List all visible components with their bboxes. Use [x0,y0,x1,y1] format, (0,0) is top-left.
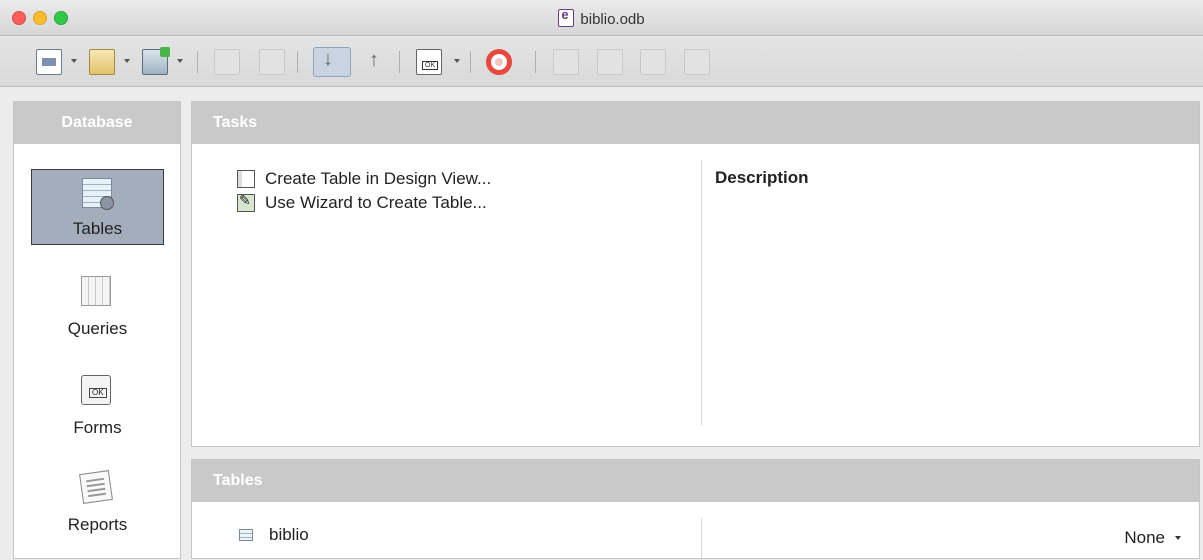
rename-icon[interactable] [684,49,710,75]
new-document-dropdown[interactable] [71,59,77,63]
preview-select[interactable]: None [1124,528,1181,548]
save-icon[interactable] [142,47,170,75]
table-icon [239,529,253,541]
paste-icon[interactable] [259,49,285,75]
title-bar: biblio.odb [0,0,1203,36]
tables-divider [701,518,702,560]
form-icon[interactable] [416,49,442,75]
toolbar-separator [297,51,298,73]
toolbar-separator [535,51,536,73]
task-label: Create Table in Design View... [265,169,492,188]
edit-icon[interactable] [597,49,623,75]
table-name: biblio [269,525,309,544]
new-document-icon[interactable] [36,49,62,75]
preview-value: None [1124,528,1165,547]
tables-panel: Tables biblio None [191,459,1200,560]
database-panel: Database Tables Queries Forms Reports [13,101,181,559]
database-item-reports[interactable]: Reports [31,464,164,540]
toolbar-separator [197,51,198,73]
forms-icon [81,375,111,405]
toolbar-separator [470,51,471,73]
lifebuoy-icon[interactable] [486,49,512,75]
database-item-label: Reports [67,515,128,534]
base-document-icon [558,7,575,27]
window-title: biblio.odb [580,11,645,28]
task-use-wizard[interactable]: Use Wizard to Create Table... [237,191,491,215]
database-item-queries[interactable]: Queries [31,268,164,344]
toolbar-separator [399,51,400,73]
folder-open-icon[interactable] [89,49,115,75]
description-title: Description [715,168,809,187]
copy-icon[interactable] [214,49,240,75]
sort-descending-icon[interactable]: ↑ [360,49,386,75]
tables-icon [82,178,114,210]
chevron-down-icon [1175,536,1181,540]
tasks-header: Tasks [192,102,1199,144]
toolbar: ↓ ↑ [0,37,1203,87]
reports-icon [79,470,113,504]
save-dropdown[interactable] [177,59,183,63]
open-dropdown[interactable] [124,59,130,63]
window-title-wrap: biblio.odb [0,7,1203,28]
table-row[interactable]: biblio [239,525,309,545]
database-item-label: Queries [67,319,128,338]
database-item-label: Forms [73,418,122,437]
task-create-table-design-view[interactable]: Create Table in Design View... [237,167,491,191]
task-label: Use Wizard to Create Table... [265,193,487,212]
wizard-icon [237,192,255,212]
queries-icon [81,276,111,306]
table-icon[interactable] [553,49,579,75]
delete-icon[interactable] [640,49,666,75]
tasks-panel: Tasks Create Table in Design View... Use… [191,101,1200,447]
task-list: Create Table in Design View... Use Wizar… [237,167,491,215]
database-item-forms[interactable]: Forms [31,367,164,443]
form-dropdown[interactable] [454,59,460,63]
tasks-divider [701,160,702,425]
database-header: Database [14,102,180,144]
tables-header: Tables [192,460,1199,502]
database-item-tables[interactable]: Tables [31,169,164,245]
design-view-icon [237,170,255,188]
sort-ascending-icon[interactable]: ↓ [313,47,351,77]
database-item-label: Tables [72,219,123,238]
